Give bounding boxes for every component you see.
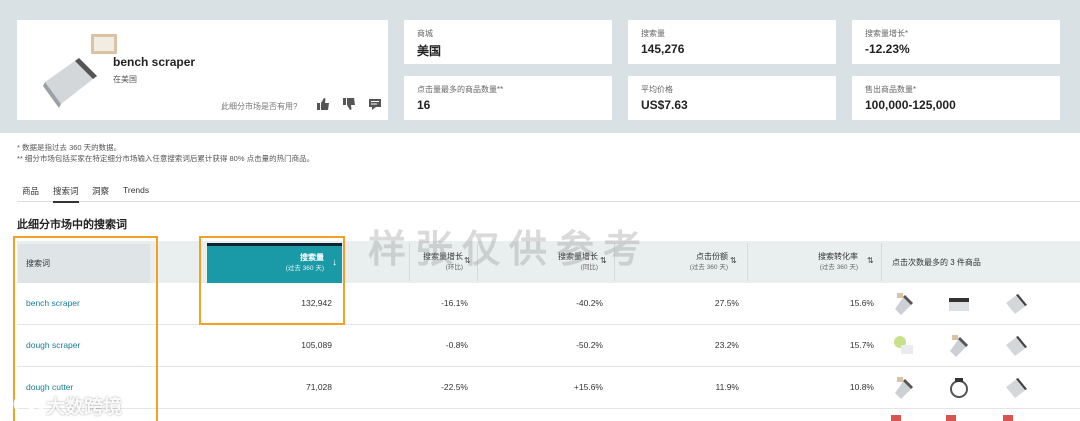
table-row: dough cutter 71,028 -22.5% +15.6% 11.9% … [17, 367, 1080, 409]
stat-value: 美国 [417, 44, 442, 58]
stat-value: -12.23% [865, 42, 910, 56]
column-header-conversion[interactable]: 搜索转化率 (过去 360 天) [818, 251, 858, 273]
highlight-search-volume [199, 236, 345, 325]
feedback-question: 此细分市场是否有用? [221, 102, 298, 111]
stat-label: 售出商品数量* [865, 85, 917, 94]
stat-card-units-sold: 售出商品数量* 100,000-125,000 [852, 76, 1060, 120]
table-row-partial [17, 409, 1080, 421]
column-divider [747, 243, 748, 281]
stat-card-search-volume: 搜索量 145,276 [628, 20, 836, 64]
search-volume-value: 105,089 [301, 340, 332, 350]
table-row: dough scraper 105,089 -0.8% -50.2% 23.2%… [17, 325, 1080, 367]
product-image[interactable] [1003, 333, 1029, 359]
conversion-value: 10.8% [849, 382, 874, 392]
column-header-sublabel: (过去 360 天) [689, 264, 728, 271]
stat-value: US$7.63 [641, 98, 688, 112]
sort-arrows-icon[interactable]: ⇅ [867, 256, 874, 265]
stat-card-marketplace: 商城 美国 [404, 20, 612, 64]
column-header-label: 点击份额 [696, 252, 728, 261]
product-name: bench scraper [113, 55, 196, 69]
watermark-text: 样张仅供参考 [368, 229, 651, 271]
section-title: 此细分市场中的搜索词 [17, 219, 127, 231]
product-image[interactable] [891, 375, 917, 401]
growth-value: -16.1% [441, 298, 468, 308]
stat-label: 搜索量 [641, 29, 665, 38]
product-card: bench scraper 在美国 此细分市场是否有用? [17, 20, 388, 120]
tab-search-terms[interactable]: 搜索词 [53, 185, 79, 203]
product-image-partial [946, 415, 956, 421]
growth-yoy-value: +15.6% [573, 382, 603, 392]
conversion-value: 15.6% [849, 298, 874, 308]
table-row: bench scraper 132,942 -16.1% -40.2% 27.5… [17, 283, 1080, 325]
product-image[interactable] [891, 291, 917, 317]
stat-label: 搜索量增长* [865, 29, 909, 38]
sort-arrows-icon[interactable]: ⇅ [730, 256, 737, 265]
product-image[interactable] [891, 333, 917, 359]
footnote-period: * 数据是指过去 360 天的数据。 [17, 143, 122, 152]
product-image-partial [891, 415, 901, 421]
search-volume-value: 71,028 [306, 382, 332, 392]
growth-yoy-value: -50.2% [576, 340, 603, 350]
product-image[interactable] [946, 333, 972, 359]
comment-icon[interactable] [368, 97, 382, 111]
click-share-value: 27.5% [714, 298, 739, 308]
thumbs-up-icon[interactable] [316, 97, 330, 111]
column-divider [881, 243, 882, 281]
stat-value: 100,000-125,000 [865, 98, 956, 112]
product-thumbnail [43, 34, 117, 108]
product-image-partial [1003, 415, 1013, 421]
growth-yoy-value: -40.2% [576, 298, 603, 308]
stat-value: 145,276 [641, 42, 685, 56]
click-share-value: 11.9% [715, 382, 739, 392]
product-location: 在美国 [113, 75, 137, 84]
column-header-sublabel: (过去 360 天) [819, 264, 858, 271]
brand-watermark-text: 大数跨境 [46, 397, 123, 418]
stat-card-top-products-count: 点击量最多的商品数量** 16 [404, 76, 612, 120]
growth-value: -0.8% [445, 340, 468, 350]
tab-trends[interactable]: Trends [123, 185, 149, 195]
tab-products[interactable]: 商品 [22, 185, 39, 197]
stat-label: 商城 [417, 29, 433, 38]
column-header-top-products: 点击次数最多的 3 件商品 [892, 258, 981, 267]
click-share-value: 23.2% [714, 340, 739, 350]
stat-label: 平均价格 [641, 85, 673, 94]
product-image[interactable] [946, 291, 972, 317]
product-image[interactable] [946, 375, 972, 401]
column-header-click-share[interactable]: 点击份额 (过去 360 天) [690, 251, 728, 273]
thumbs-down-icon[interactable] [342, 97, 356, 111]
product-image[interactable] [1003, 291, 1029, 317]
stat-value: 16 [417, 98, 431, 112]
column-header-label: 搜索转化率 [818, 252, 858, 261]
tab-bar: 商品 搜索词 洞察 Trends [17, 180, 1080, 203]
conversion-value: 15.7% [849, 340, 874, 350]
stat-card-search-growth: 搜索量增长* -12.23% [852, 20, 1060, 64]
stat-label: 点击量最多的商品数量** [417, 85, 504, 94]
product-image[interactable] [1003, 375, 1029, 401]
stat-card-average-price: 平均价格 US$7.63 [628, 76, 836, 120]
footnote-niche: ** 细分市场包括买家在特定细分市场输入任意搜索词后累计获得 80% 点击量的热… [17, 154, 315, 163]
tab-insights[interactable]: 洞察 [92, 185, 109, 197]
growth-value: -22.5% [441, 382, 468, 392]
